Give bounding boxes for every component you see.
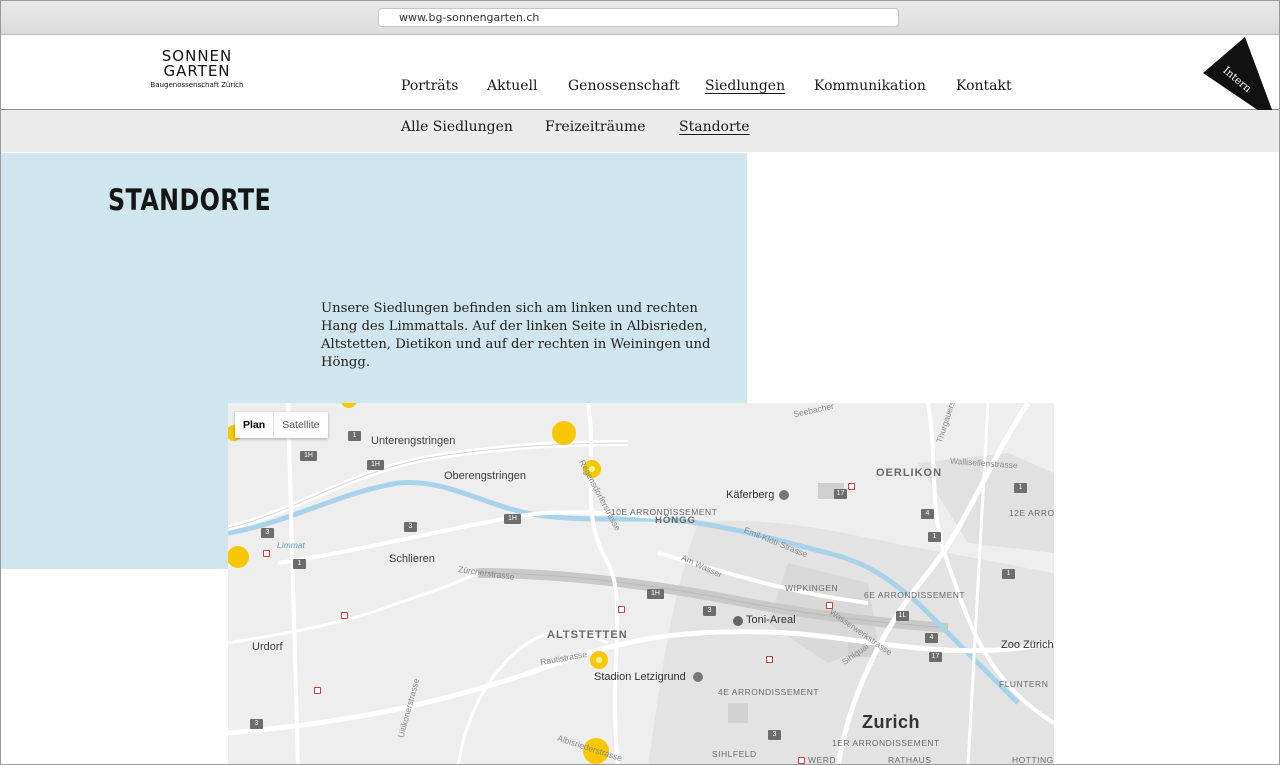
map-label-kaeferberg: Käferberg (726, 489, 775, 501)
map-road-shield: 1 (1014, 483, 1027, 493)
logo-line-2: GARTEN (163, 62, 231, 80)
map-road-shield: 3 (250, 719, 263, 729)
map-marker-dot (596, 657, 602, 663)
map-label-wipkingen: WIPKINGEN (785, 583, 839, 593)
stadion-icon (693, 672, 703, 682)
map-road-shield: 3 (768, 730, 781, 740)
logo-tagline: Baugenossenschaft Zürich (150, 81, 244, 89)
map-type-satellite-button[interactable]: Satellite (274, 412, 327, 438)
browser-toolbar: www.bg-sonnengarten.ch (1, 1, 1279, 35)
subnav-item-alle-siedlungen[interactable]: Alle Siedlungen (401, 119, 513, 135)
map-road-shield: 1L (896, 611, 909, 621)
map-type-toggle: Plan Satellite (235, 412, 328, 438)
map-road-shield: 4 (925, 633, 938, 643)
map-label-zoo-zuerich: Zoo Zürich (1001, 639, 1054, 651)
map-label-arr1: 1ER ARRONDISSEMENT (832, 738, 940, 748)
map-road-shield: 1 (293, 559, 306, 569)
map-label-altstetten: ALTSTETTEN (547, 629, 628, 641)
map-label-stadion-letzigrund: Stadion Letzigrund (594, 671, 686, 683)
train-station-icon (766, 656, 773, 663)
sub-nav: Alle Siedlungen Freizeiträume Standorte (1, 110, 1279, 152)
map-road-shield: 3 (703, 606, 716, 616)
map-label-hottinge: HOTTINGE (1012, 755, 1054, 765)
toni-areal-icon (733, 616, 743, 626)
map-label-rathaus: RATHAUS (888, 755, 932, 765)
map-canvas (228, 403, 1054, 764)
map-road-shield: 1H (504, 514, 521, 524)
map-road (286, 403, 300, 764)
map-road-shield: 17 (929, 652, 942, 662)
train-station-icon (798, 757, 805, 764)
map-road-shield: 1H (300, 451, 317, 461)
train-station-icon (314, 687, 321, 694)
train-station-icon (618, 606, 625, 613)
map-label-toni-areal: Toni-Areal (746, 614, 796, 626)
map-road-shield: 1H (647, 589, 664, 599)
map-type-plan-button[interactable]: Plan (235, 412, 275, 438)
subnav-item-freizeitraeume[interactable]: Freizeiträume (545, 119, 646, 135)
kaeferberg-icon (779, 490, 789, 500)
map-label-sihlfeld: SIHLFELD (712, 749, 757, 759)
map-road-shield: 4 (921, 509, 934, 519)
map-block (728, 703, 748, 723)
map-road-shield: 1 (928, 532, 941, 542)
locations-map[interactable]: Plan Satellite Unterengstringen Oberengs… (228, 403, 1054, 765)
map-road-shield: 3 (404, 522, 417, 532)
map-marker-hoengg-north[interactable] (552, 421, 576, 445)
screenshot-frame: www.bg-sonnengarten.ch SONNEN GARTEN Bau… (0, 0, 1280, 765)
nav-item-kommunikation[interactable]: Kommunikation (814, 78, 926, 94)
nav-item-kontakt[interactable]: Kontakt (956, 78, 1012, 94)
map-road-shield: 1H (367, 460, 384, 470)
map-label-oerlikon: OERLIKON (876, 467, 943, 479)
map-label-arr12: 12E ARRO (1009, 508, 1054, 518)
site-logo[interactable]: SONNEN GARTEN Baugenossenschaft Zürich (147, 49, 247, 90)
train-station-icon (341, 612, 348, 619)
nav-item-siedlungen[interactable]: Siedlungen (705, 78, 785, 94)
map-road-shield: 1 (1002, 569, 1015, 579)
nav-item-genossenschaft[interactable]: Genossenschaft (568, 78, 680, 94)
map-label-unterengstringen: Unterengstringen (371, 435, 456, 447)
map-marker-top[interactable] (341, 403, 357, 408)
map-road-shield: 1 (348, 431, 361, 441)
map-label-arr6: 6E ARRONDISSEMENT (864, 590, 966, 600)
map-label-werd: WERD (808, 755, 836, 765)
intro-text: Unsere Siedlungen befinden sich am linke… (321, 301, 711, 370)
map-road-shield: 17 (834, 489, 847, 499)
map-label-urdorf: Urdorf (252, 641, 283, 653)
subnav-item-standorte[interactable]: Standorte (679, 119, 750, 135)
map-label-arr10: 10E ARRONDISSEMENT (611, 507, 718, 517)
nav-item-portraets[interactable]: Porträts (401, 78, 458, 94)
train-station-icon (848, 483, 855, 490)
map-label-limmat: Limmat (277, 540, 305, 550)
map-road-shield: 3 (261, 528, 274, 538)
site-header: SONNEN GARTEN Baugenossenschaft Zürich P… (1, 35, 1279, 123)
map-label-arr4: 4E ARRONDISSEMENT (718, 687, 820, 697)
train-station-icon (826, 602, 833, 609)
map-label-fluntern: FLUNTERN (999, 679, 1049, 689)
map-label-zurich: Zurich (862, 712, 921, 732)
train-station-icon (263, 550, 270, 557)
map-marker-dietikon[interactable] (228, 546, 249, 568)
map-road (228, 571, 479, 645)
address-bar[interactable]: www.bg-sonnengarten.ch (378, 8, 899, 27)
nav-item-aktuell[interactable]: Aktuell (487, 78, 537, 94)
map-label-oberengstringen: Oberengstringen (444, 470, 526, 482)
page-title: STANDORTE (108, 183, 272, 217)
map-label-schlieren: Schlieren (389, 553, 435, 565)
